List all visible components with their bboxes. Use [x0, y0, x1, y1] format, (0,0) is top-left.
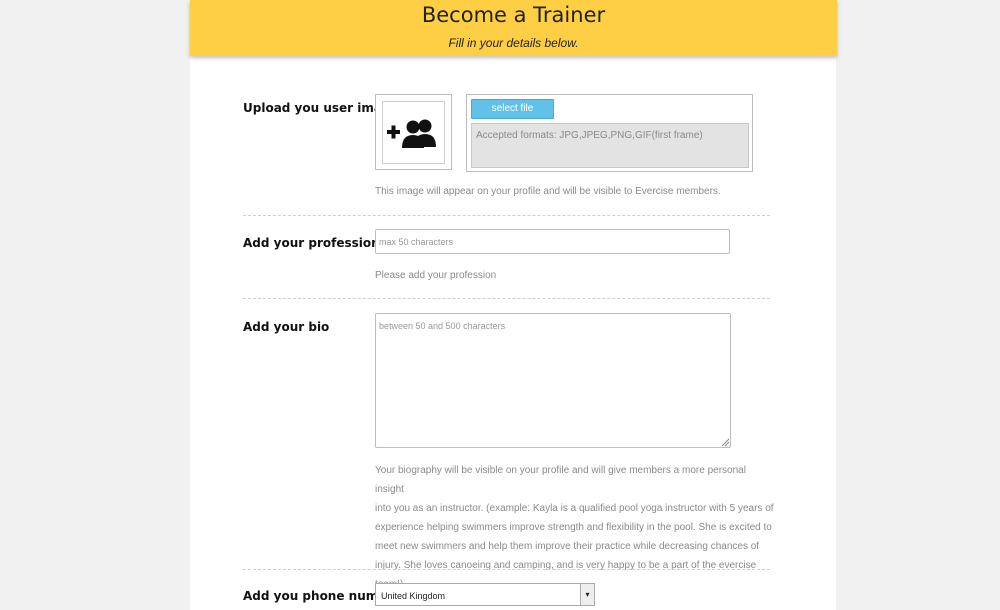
- avatar-frame: [382, 101, 445, 164]
- bio-help-line: meet new swimmers and help them improve …: [375, 541, 760, 552]
- image-help-text: This image will appear on your profile a…: [375, 186, 721, 197]
- section-divider: [243, 215, 770, 216]
- country-selected-value: United Kingdom: [381, 591, 446, 601]
- country-select[interactable]: United Kingdom ▾: [375, 583, 595, 606]
- bio-textarea[interactable]: between 50 and 500 characters: [375, 313, 731, 448]
- bio-help-line: Your biography will be visible on your p…: [375, 465, 746, 495]
- bio-placeholder: between 50 and 500 characters: [379, 321, 506, 331]
- select-file-button[interactable]: select file: [471, 99, 554, 119]
- profession-label: Add your profession: [243, 236, 380, 250]
- page-title: Become a Trainer: [421, 3, 606, 27]
- bio-help-line: experience helping swimmers improve stre…: [375, 522, 772, 533]
- page-header: Become a Trainer Fill in your details be…: [190, 0, 837, 56]
- accepted-formats-box: Accepted formats: JPG,JPEG,PNG,GIF(first…: [471, 123, 749, 168]
- avatar-preview: [375, 94, 452, 170]
- profession-input[interactable]: max 50 characters: [375, 229, 730, 254]
- resize-grip-icon[interactable]: [721, 438, 729, 446]
- dropdown-arrow-icon[interactable]: ▾: [580, 584, 594, 605]
- bio-help-text: Your biography will be visible on your p…: [375, 461, 775, 594]
- bio-help-line: into you as an instructor. (example: Kay…: [375, 503, 774, 514]
- bio-label: Add your bio: [243, 320, 330, 334]
- add-user-icon: [387, 119, 436, 148]
- file-upload-area: select file Accepted formats: JPG,JPEG,P…: [466, 94, 753, 172]
- section-divider: [243, 298, 770, 299]
- page-subtitle: Fill in your details below.: [448, 36, 579, 50]
- profession-help-text: Please add your profession: [375, 270, 497, 281]
- section-divider: [243, 569, 770, 570]
